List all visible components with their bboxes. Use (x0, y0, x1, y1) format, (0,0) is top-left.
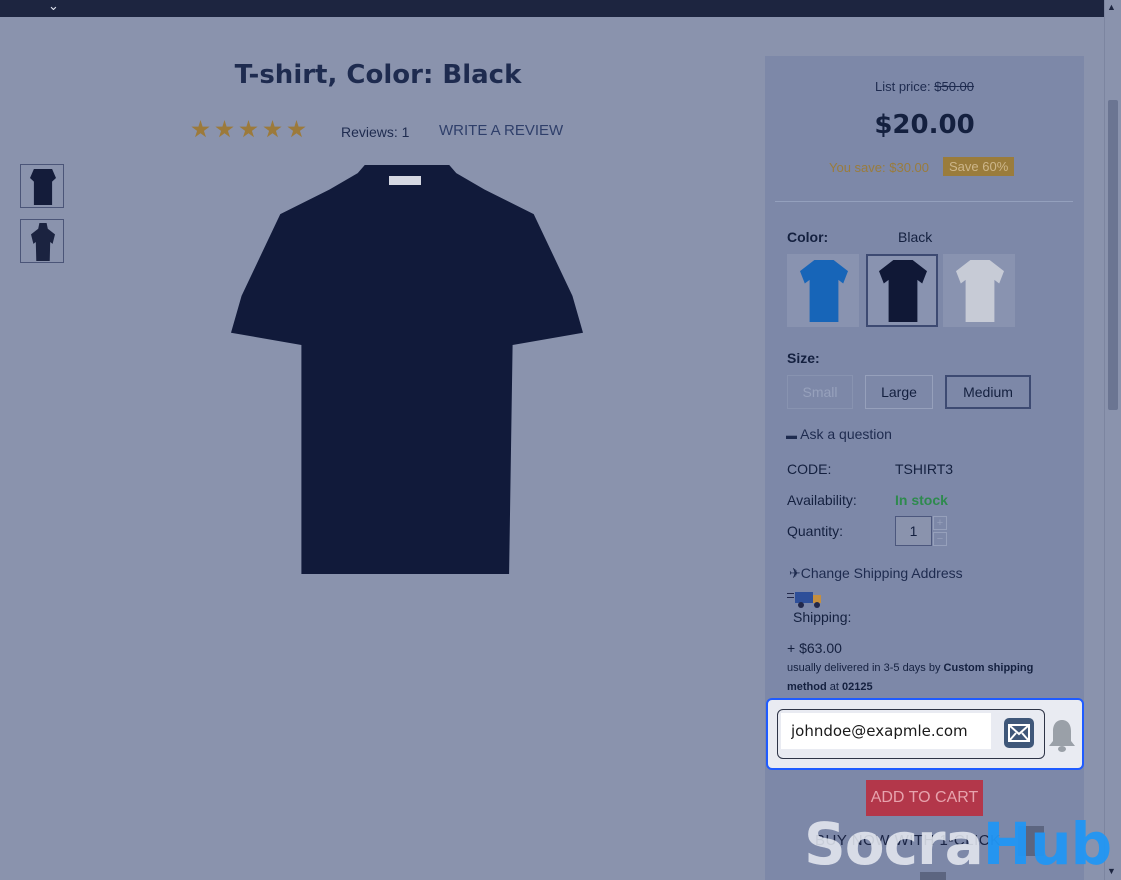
current-price: $20.00 (874, 110, 975, 140)
model-thumb-image (31, 223, 55, 261)
top-nav-bar: ⌄ (0, 0, 1105, 17)
thumbnail-front[interactable] (20, 164, 64, 208)
thumbnail-model[interactable] (20, 219, 64, 263)
quantity-increase-button[interactable]: + (933, 516, 947, 530)
selected-color: Black (898, 229, 933, 245)
scrollbar-thumb[interactable] (1108, 100, 1118, 410)
code-value: TSHIRT3 (895, 461, 954, 477)
tshirt-thumb-image (30, 169, 56, 205)
star-icon (287, 120, 306, 138)
email-subscribe-group (777, 709, 1045, 759)
star-icon (191, 120, 210, 138)
quantity-decrease-button[interactable]: − (933, 532, 947, 546)
list-price: List price: $50.00 (765, 79, 1084, 94)
tshirt-blue-image (800, 260, 848, 322)
ask-question-label: Ask a question (800, 426, 892, 442)
save-percent-badge: Save 60% (943, 157, 1015, 176)
watermark-part2: Hub (982, 810, 1112, 878)
you-save-text: You save: $30.00 (829, 160, 929, 175)
reviews-count[interactable]: Reviews: 1 (341, 124, 409, 140)
divider (775, 201, 1073, 202)
truck-icon (787, 590, 823, 608)
shirt-label-tag (389, 176, 421, 185)
color-swatch-blue[interactable] (787, 254, 859, 327)
code-label: CODE: (787, 461, 832, 477)
write-review-link[interactable]: WRITE A REVIEW (439, 122, 563, 139)
size-medium-button[interactable]: Medium (945, 375, 1031, 409)
back-in-stock-notify-box (766, 698, 1084, 770)
color-swatch-black[interactable] (866, 254, 938, 327)
size-small-button[interactable]: Small (787, 375, 853, 409)
rating-stars[interactable] (191, 120, 306, 139)
size-label: Size: (787, 350, 820, 366)
shipping-zip: 02125 (842, 681, 873, 693)
star-icon (239, 120, 258, 138)
scroll-up-icon[interactable]: ▲ (1107, 2, 1116, 12)
star-icon (263, 120, 282, 138)
color-swatch-white[interactable] (943, 254, 1015, 327)
chevron-down-icon[interactable]: ⌄ (48, 0, 59, 14)
page-scrollbar[interactable]: ▲ ▼ (1104, 0, 1121, 880)
airplane-icon: ✈ (789, 565, 801, 581)
star-icon (215, 120, 234, 138)
quantity-input[interactable]: 1 (895, 516, 932, 546)
socrahub-watermark-logo: SocraHub (804, 810, 1112, 878)
in-stock-status: In stock (895, 492, 948, 508)
shipping-label: Shipping: (793, 609, 852, 625)
delivery-prefix: usually delivered in 3-5 days by (787, 662, 941, 674)
quantity-label: Quantity: (787, 523, 844, 539)
email-input[interactable] (781, 713, 991, 749)
chat-bubble-icon: ▬ (786, 430, 797, 442)
tshirt-black-image (879, 260, 927, 322)
delivery-at: at (829, 681, 839, 693)
send-email-button[interactable] (1004, 718, 1034, 748)
product-title: T-shirt, Color: Black (234, 60, 522, 90)
availability-label: Availability: (787, 492, 857, 508)
size-large-button[interactable]: Large (865, 375, 933, 409)
color-label: Color: (787, 229, 829, 245)
change-shipping-label: Change Shipping Address (800, 565, 963, 581)
list-price-label: List price: (874, 79, 931, 94)
watermark-part1: Socra (804, 810, 984, 878)
tshirt-white-image (956, 260, 1004, 322)
product-main-image[interactable] (231, 165, 583, 574)
shipping-cost: + $63.00 (787, 640, 842, 656)
list-price-value: $50.00 (934, 79, 975, 94)
bell-icon[interactable] (1047, 718, 1077, 754)
change-shipping-address-link[interactable]: ✈Change Shipping Address (789, 565, 963, 582)
ask-question-link[interactable]: ▬ Ask a question (786, 426, 892, 442)
envelope-icon (1008, 724, 1030, 742)
shipping-delivery-info: usually delivered in 3-5 days by Custom … (787, 659, 1067, 697)
